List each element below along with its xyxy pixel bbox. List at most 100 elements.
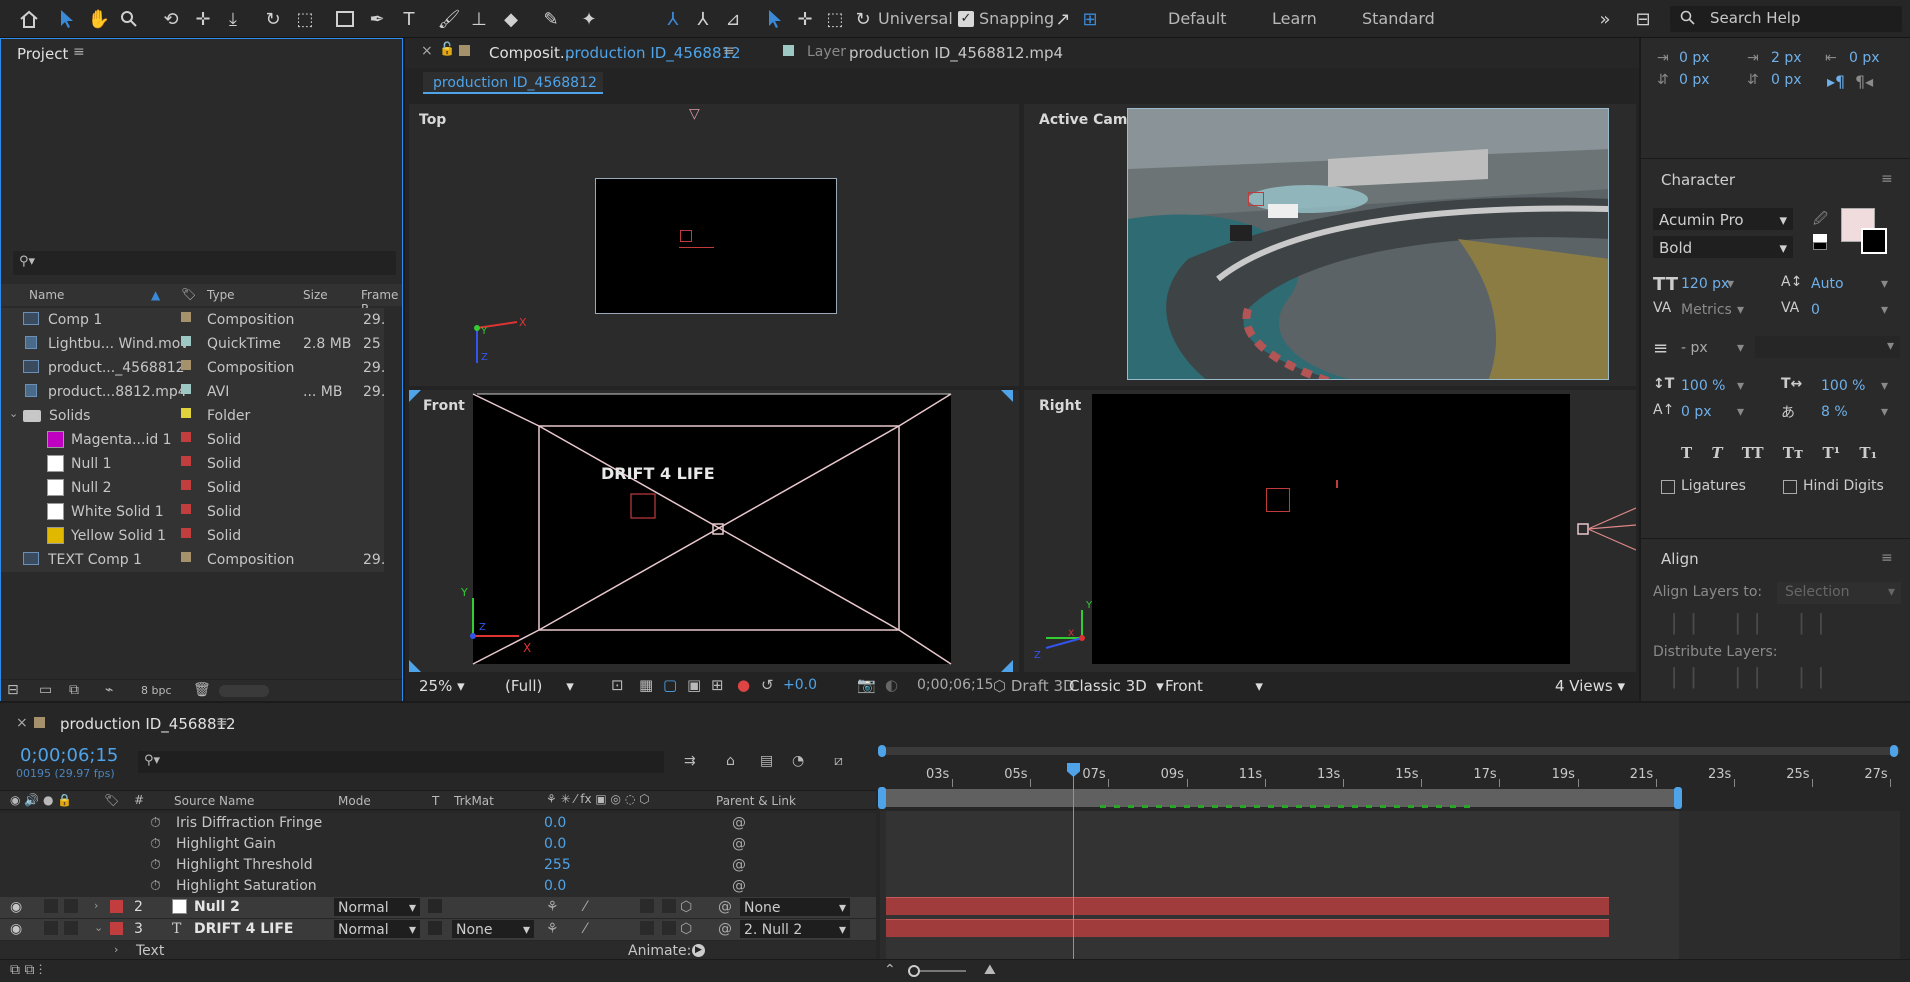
property-value[interactable]: 255 <box>544 857 571 873</box>
local-axis-mode-icon[interactable]: ⅄ <box>658 4 688 34</box>
preserve-transparency-box[interactable] <box>428 921 442 935</box>
draft-3d-icon[interactable]: ⌂ <box>726 753 735 769</box>
drift-layer-bar[interactable] <box>886 919 1609 937</box>
playhead-line[interactable] <box>1073 763 1074 961</box>
clone-stamp-tool-icon[interactable]: ⊥ <box>464 4 494 34</box>
label-color-swatch[interactable] <box>181 384 191 394</box>
reset-exposure-icon[interactable]: ↺ <box>761 676 774 694</box>
close-tab-icon[interactable]: × <box>16 715 28 731</box>
eraser-tool-icon[interactable]: ◆ <box>496 4 526 34</box>
stroke-color-swatch[interactable] <box>1861 228 1887 254</box>
selection-tool-icon[interactable] <box>52 4 82 34</box>
indent-first-value[interactable]: 2 px <box>1771 50 1802 66</box>
snap-options-icon[interactable]: ↗ <box>1048 4 1078 34</box>
pickwhip-icon[interactable]: @ <box>732 857 746 873</box>
brush-tool-icon[interactable]: 🖌 <box>434 4 464 34</box>
ltr-direction-icon[interactable]: ▸¶ <box>1827 72 1845 91</box>
pan-camera-tool-icon[interactable]: ✛ <box>188 4 218 34</box>
snapping-checkbox[interactable]: ✓ <box>958 11 974 27</box>
space-after-value[interactable]: 0 px <box>1771 72 1802 88</box>
align-to-dropdown[interactable]: Selection ▾ <box>1777 582 1901 604</box>
pen-tool-icon[interactable]: ✒ <box>362 4 392 34</box>
leading-value[interactable]: Auto <box>1811 276 1844 292</box>
world-axis-mode-icon[interactable]: ⅄ <box>688 4 718 34</box>
work-area-bar[interactable] <box>880 747 1900 755</box>
font-size-value[interactable]: 120 px <box>1681 276 1729 292</box>
stopwatch-icon[interactable]: ⏱ <box>150 878 161 894</box>
label-color-swatch[interactable] <box>181 336 191 346</box>
label-color-swatch[interactable] <box>181 312 191 322</box>
space-before-value[interactable]: 0 px <box>1679 72 1710 88</box>
col-parent[interactable]: Parent & Link <box>716 794 796 808</box>
current-time[interactable]: 0;00;06;15 <box>917 677 994 693</box>
hand-tool-icon[interactable]: ✋ <box>84 4 114 34</box>
shy-switch-icon[interactable]: ⚘ <box>546 921 559 937</box>
workspace-panel-icon[interactable]: ⊟ <box>1628 4 1658 34</box>
timeline-menu-icon[interactable]: ≡ <box>216 714 228 730</box>
3d-layer-switch-icon[interactable]: ⬡ <box>680 921 692 937</box>
transparency-grid-icon[interactable]: ▦ <box>639 676 653 694</box>
stopwatch-icon[interactable]: ⏱ <box>150 857 161 873</box>
roto-brush-tool-icon[interactable]: ✎ <box>536 4 566 34</box>
sort-asc-icon[interactable]: ▲ <box>151 288 160 302</box>
tracking-caret[interactable]: ▾ <box>1881 302 1888 318</box>
work-area-end[interactable] <box>1890 745 1898 757</box>
zoom-dropdown[interactable]: 25% ▾ <box>419 677 465 695</box>
top-view[interactable]: Top ▽ X Y Z <box>409 104 1019 386</box>
rtl-direction-icon[interactable]: ¶◂ <box>1855 72 1873 91</box>
pan-behind-tool-icon[interactable]: ⬚ <box>290 4 320 34</box>
stroke-style-dropdown[interactable]: ▾ <box>1755 336 1900 358</box>
timeline-search-input[interactable]: ⚲▾ <box>138 751 664 773</box>
timeline-comp-name[interactable]: production ID_4568812 <box>60 715 236 733</box>
channels-icon[interactable]: ● <box>737 676 750 694</box>
null2-layer-bar[interactable] <box>886 897 1609 915</box>
interpret-footage-icon[interactable]: ⊟ <box>7 682 19 698</box>
trash-icon[interactable]: 🗑 <box>193 682 211 698</box>
range-start-handle[interactable] <box>878 787 886 809</box>
stopwatch-icon[interactable]: ⏱ <box>150 836 161 852</box>
project-item[interactable]: Comp 1 Composition 29. <box>1 308 385 332</box>
3d-view-dropdown[interactable]: Front ▾ <box>1165 677 1285 695</box>
col-mode[interactable]: Mode <box>338 794 371 808</box>
move-icon[interactable]: ✛ <box>790 4 820 34</box>
orbit-camera-tool-icon[interactable]: ⟲ <box>156 4 186 34</box>
pickwhip-icon[interactable]: @ <box>732 815 746 831</box>
active-camera-view[interactable]: Active Camera <box>1024 104 1636 386</box>
label-color-swatch[interactable] <box>181 360 191 370</box>
project-item[interactable]: Yellow Solid 1 Solid <box>1 524 384 548</box>
zoom-out-icon[interactable]: ⌃ <box>884 962 896 978</box>
animate-button[interactable]: ▶ <box>692 944 705 957</box>
parent-dropdown[interactable]: None ▾ <box>740 898 850 916</box>
preserve-transparency-box[interactable] <box>428 899 442 913</box>
kerning-caret[interactable]: ▾ <box>1737 302 1744 318</box>
layer-tab-name[interactable]: production ID_4568812.mp4 <box>849 44 1063 62</box>
font-style-dropdown[interactable]: Bold ▾ <box>1653 236 1793 258</box>
motion-blur-box[interactable] <box>640 921 654 935</box>
view-layout-dropdown[interactable]: 4 Views ▾ <box>1555 677 1625 695</box>
draft-3d-toggle[interactable]: ⬡ Draft 3D <box>993 677 1075 695</box>
shy-switch-icon[interactable]: ⚘ <box>546 899 559 915</box>
indent-right-value[interactable]: 0 px <box>1849 50 1880 66</box>
label-col-icon[interactable]: 🏷 <box>181 287 196 301</box>
new-composition-icon[interactable]: ⧉ <box>69 682 79 698</box>
align-menu-icon[interactable]: ≡ <box>1881 550 1893 566</box>
property-row[interactable]: ⏱ Highlight Saturation 0.0 @ <box>0 876 876 897</box>
pickwhip-icon[interactable]: @ <box>732 836 746 852</box>
horizontal-scale-value[interactable]: 100 % <box>1821 378 1865 394</box>
text-style-buttons[interactable]: T T TT Tт T¹ T₁ <box>1681 444 1877 462</box>
project-item[interactable]: Null 2 Solid <box>1 476 384 500</box>
show-snapshot-icon[interactable]: ◐ <box>885 676 898 694</box>
label-color-swatch[interactable] <box>181 552 191 562</box>
label-color-swatch[interactable] <box>181 528 191 538</box>
stroke-width-caret[interactable]: ▾ <box>1737 340 1744 356</box>
layer-row[interactable]: ◉ ⌄ 3 T DRIFT 4 LIFE Normal ▾ None ▾ ⚘ ⁄ ⬡ @2. Null … <box>0 919 876 940</box>
label-color-swatch[interactable] <box>181 456 191 466</box>
ligatures-checkbox[interactable] <box>1661 480 1675 494</box>
eye-icon[interactable]: ◉ <box>10 921 22 937</box>
hscale-caret[interactable]: ▾ <box>1881 378 1888 394</box>
layer-label-swatch[interactable] <box>110 900 123 913</box>
layer-name[interactable]: DRIFT 4 LIFE <box>194 921 293 937</box>
col-trkmat[interactable]: TrkMat <box>454 794 494 808</box>
project-search-input[interactable]: ⚲▾ <box>13 251 396 275</box>
project-item[interactable]: TEXT Comp 1 Composition 29. <box>1 548 385 572</box>
